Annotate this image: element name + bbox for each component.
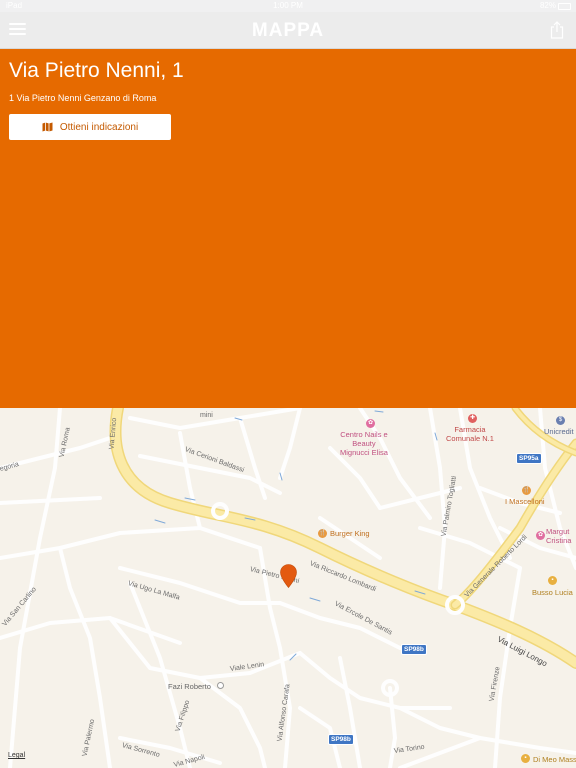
shop-icon[interactable]: ▪ [521,754,530,763]
legal-link[interactable]: Legal [8,752,25,759]
pin-shape [280,564,297,588]
road-shield: SP98b [328,734,354,745]
place-title: Via Pietro Nenni, 1 [9,59,184,82]
restaurant-icon[interactable]: 🍴 [522,486,531,495]
poi-fazi[interactable]: Fazi Roberto [168,682,211,691]
poi-busso[interactable]: Busso Lucia [532,588,573,597]
road-shield: SP98b [401,644,427,655]
place-icon[interactable] [217,682,224,689]
poi-burger-king[interactable]: Burger King [330,529,370,538]
navigation-bar: MAPPA [0,12,576,49]
pharmacy-icon[interactable]: ✚ [468,414,477,423]
street-label: mini [200,412,213,419]
shop-icon[interactable]: ▪ [548,576,557,585]
poi-di-meo[interactable]: Di Meo Mass [533,755,576,764]
poi-centro-nails[interactable]: Centro Nails e Beauty Mignucci Elisa [340,430,388,457]
place-info-panel: Via Pietro Nenni, 1 1 Via Pietro Nenni G… [0,49,576,408]
battery-label: 82% [539,1,556,10]
battery-icon [558,3,571,10]
beauty-icon[interactable]: ✿ [366,419,375,428]
poi-mascelloni[interactable]: I Mascelloni [505,497,545,506]
map-roads [0,408,576,768]
map-icon [42,122,53,132]
poi-farmacia[interactable]: Farmacia Comunale N.1 [446,425,494,443]
beauty-icon[interactable]: ✿ [536,531,545,540]
status-bar: iPad 1:00 PM 82% [0,0,576,12]
bank-icon[interactable]: $ [556,416,565,425]
share-button[interactable] [550,21,564,39]
poi-margherita[interactable]: Margut Cristina [546,527,571,545]
get-directions-label: Ottieni indicazioni [59,121,139,133]
place-address: 1 Via Pietro Nenni Genzano di Roma [9,93,157,103]
get-directions-button[interactable]: Ottieni indicazioni [9,114,171,140]
status-time: 1:00 PM [273,1,303,10]
restaurant-icon[interactable]: 🍴 [318,529,327,538]
location-pin-icon[interactable] [280,564,297,588]
map-view[interactable]: Via Enrico Via Roma egoria Via Cerioni B… [0,408,576,768]
road-shield: SP95a [516,453,542,464]
page-title: MAPPA [251,20,325,41]
share-icon [550,21,564,39]
poi-unicredit[interactable]: Unicredit [544,427,574,436]
